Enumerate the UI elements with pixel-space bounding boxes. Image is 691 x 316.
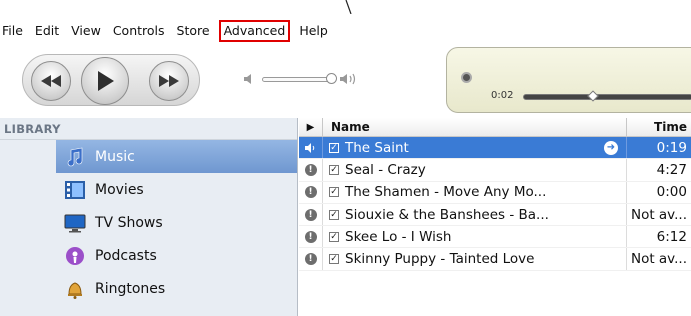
track-time: 4:27: [656, 161, 687, 178]
film-icon: [63, 179, 87, 201]
previous-button[interactable]: [31, 61, 71, 101]
track-checkbox[interactable]: ✓: [329, 254, 339, 265]
track-name-cell: ✓ Skinny Puppy - Tainted Love: [323, 248, 627, 270]
name-column-header[interactable]: Name: [323, 118, 627, 136]
menu-file[interactable]: File: [0, 22, 29, 40]
status-dot-icon: [461, 72, 472, 83]
status-cell: !: [299, 226, 323, 248]
track-name-cell: ✓ Siouxie & the Banshees - Ba...: [323, 203, 627, 226]
menu-view[interactable]: View: [65, 22, 107, 40]
track-name: Seal - Crazy: [345, 161, 426, 178]
track-time: 0:00: [656, 184, 687, 201]
now-playing-display: 0:02: [446, 47, 691, 113]
sidebar-item-tv-shows[interactable]: TV Shows: [0, 206, 297, 239]
sidebar-item-ringtones[interactable]: Ringtones: [0, 272, 297, 305]
sidebar-item-label: Movies: [95, 181, 144, 198]
table-row[interactable]: ! ✓ Skee Lo - I Wish 6:12: [299, 226, 691, 249]
sidebar-item-movies[interactable]: Movies: [0, 173, 297, 206]
status-cell: !: [299, 181, 323, 203]
track-name-cell: ✓ The Shamen - Move Any Mo...: [323, 181, 627, 203]
warning-icon[interactable]: !: [304, 253, 317, 266]
track-time: 6:12: [656, 228, 687, 245]
menu-store[interactable]: Store: [171, 22, 216, 40]
track-name-cell: ✓ The Saint ➜: [323, 137, 627, 159]
track-time: Not av...: [630, 251, 687, 268]
elapsed-time: 0:02: [491, 90, 514, 101]
warning-icon[interactable]: !: [304, 230, 317, 243]
track-list: ▶ Name Time ✓ The Saint ➜ 0:19 ! ✓ Seal …: [299, 118, 691, 316]
track-checkbox[interactable]: ✓: [329, 209, 339, 220]
transport-controls: [22, 54, 200, 106]
list-header: ▶ Name Time: [299, 118, 691, 137]
track-checkbox[interactable]: ✓: [329, 231, 339, 242]
table-row[interactable]: ! ✓ Siouxie & the Banshees - Ba... Not a…: [299, 203, 691, 227]
track-name-cell: ✓ Seal - Crazy: [323, 159, 627, 181]
track-name: Skee Lo - I Wish: [345, 228, 452, 245]
warning-icon[interactable]: !: [304, 186, 317, 199]
track-time: Not av...: [630, 206, 687, 223]
menu-edit[interactable]: Edit: [29, 22, 65, 40]
rewind-icon: [41, 75, 61, 87]
sidebar-item-music[interactable]: Music: [56, 140, 297, 173]
fast-forward-icon: [159, 75, 179, 87]
table-row[interactable]: ! ✓ Skinny Puppy - Tainted Love Not av..…: [299, 248, 691, 271]
bell-icon: [63, 278, 87, 300]
volume-knob[interactable]: [326, 73, 337, 84]
track-checkbox[interactable]: ✓: [329, 164, 339, 175]
menu-controls[interactable]: Controls: [107, 22, 171, 40]
cursor-mark: [345, 0, 352, 14]
volume-control: [238, 69, 358, 89]
track-name: The Saint: [345, 139, 409, 156]
volume-slider[interactable]: [262, 77, 332, 82]
track-name: Siouxie & the Banshees - Ba...: [345, 206, 549, 223]
track-checkbox[interactable]: ✓: [329, 142, 339, 153]
player-toolbar: 0:02: [0, 44, 691, 118]
go-to-arrow-icon[interactable]: ➜: [604, 141, 618, 155]
play-icon: [98, 71, 114, 91]
sidebar-item-label: Music: [95, 148, 135, 165]
sidebar: LIBRARY Music Movies TV Shows Podcasts R…: [0, 118, 298, 316]
library-header: LIBRARY: [0, 118, 297, 140]
warning-icon[interactable]: !: [304, 208, 317, 221]
warning-icon[interactable]: !: [304, 163, 317, 176]
table-row[interactable]: ! ✓ The Shamen - Move Any Mo... 0:00: [299, 181, 691, 204]
volume-low-icon: [244, 74, 251, 84]
next-button[interactable]: [149, 61, 189, 101]
music-note-icon: [63, 146, 87, 168]
progress-bar[interactable]: [523, 94, 691, 100]
table-row[interactable]: ✓ The Saint ➜ 0:19: [299, 137, 691, 160]
track-name-cell: ✓ Skee Lo - I Wish: [323, 226, 627, 248]
menu-help[interactable]: Help: [293, 22, 334, 40]
menu-advanced[interactable]: Advanced: [218, 20, 291, 42]
sidebar-item-label: Ringtones: [95, 280, 166, 297]
track-time: 0:19: [656, 139, 687, 156]
track-checkbox[interactable]: ✓: [329, 187, 339, 198]
play-button[interactable]: [81, 57, 129, 105]
sidebar-item-podcasts[interactable]: Podcasts: [0, 239, 297, 272]
track-name: Skinny Puppy - Tainted Love: [345, 251, 535, 268]
status-cell: !: [299, 203, 323, 226]
status-cell: !: [299, 159, 323, 181]
volume-high-icon: [340, 73, 356, 85]
status-column-header[interactable]: ▶: [299, 118, 323, 136]
tv-icon: [63, 212, 87, 234]
now-playing-speaker-icon: [299, 137, 323, 159]
podcast-icon: [63, 245, 87, 267]
track-name: The Shamen - Move Any Mo...: [345, 184, 547, 201]
table-row[interactable]: ! ✓ Seal - Crazy 4:27: [299, 159, 691, 182]
sidebar-item-label: TV Shows: [95, 214, 163, 231]
status-cell: !: [299, 248, 323, 270]
time-column-header[interactable]: Time: [627, 118, 691, 136]
sidebar-item-label: Podcasts: [95, 247, 157, 264]
menu-bar: File Edit View Controls Store Advanced H…: [0, 18, 691, 44]
